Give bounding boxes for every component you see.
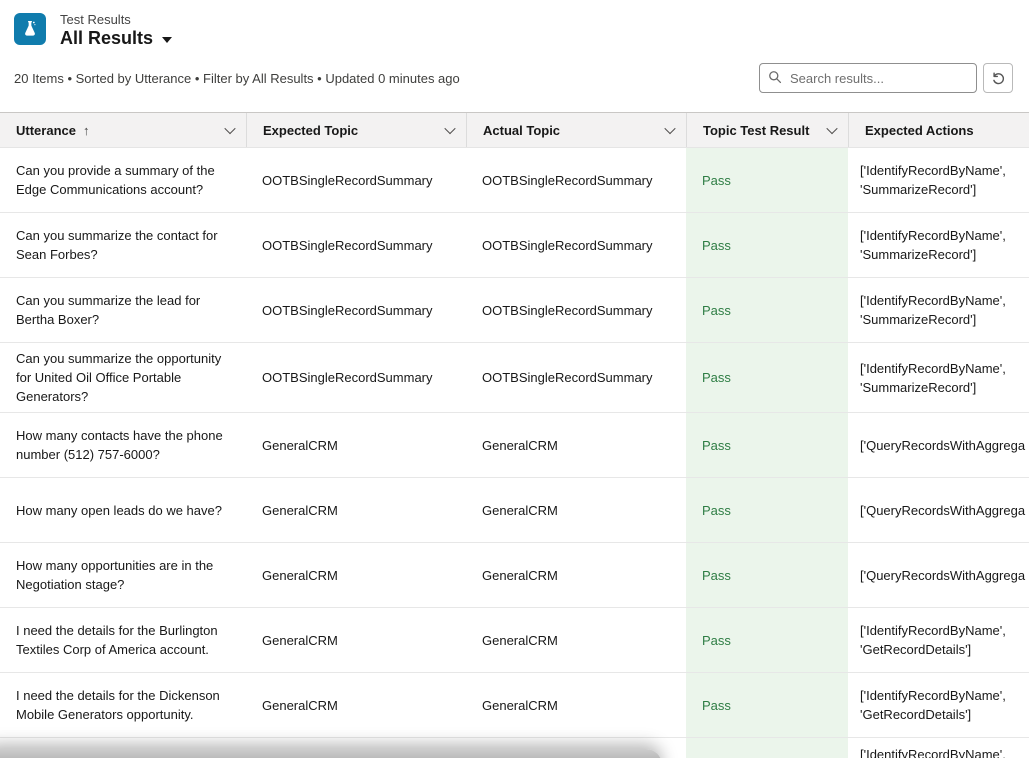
cell-expected-topic: OOTBSingleRecordSummary [246,230,466,261]
cell-expected-actions: ['IdentifyRecordByName', 'SummarizeRecor… [848,353,1029,403]
cell-expected-topic: OOTBSingleRecordSummary [246,362,466,393]
cell-expected-actions: ['IdentifyRecordByName', 'SummarizeRecor… [848,285,1029,335]
cell-utterance: Can you summarize the lead for Bertha Bo… [0,285,246,335]
search-input[interactable] [759,63,977,93]
object-label: Test Results [60,13,172,27]
chevron-down-icon [826,123,837,134]
chevron-down-icon [444,123,455,134]
list-view-selector[interactable]: All Results [60,29,172,48]
table-row: How many open leads do we have? GeneralC… [0,478,1029,543]
cell-actual-topic: GeneralCRM [466,430,686,461]
cell-expected-actions: ['QueryRecordsWithAggrega [848,430,1029,461]
cell-topic-test-result: Pass [686,148,848,212]
cell-expected-actions: ['IdentifyRecordByName', 'GetRecordDetai… [848,680,1029,730]
column-header-topic-test-result[interactable]: Topic Test Result [686,113,848,147]
cell-utterance: How many open leads do we have? [0,495,246,526]
table-body: Can you provide a summary of the Edge Co… [0,148,1029,758]
table-row: I need the details for the Burlington Te… [0,608,1029,673]
column-header-expected-topic[interactable]: Expected Topic [246,113,466,147]
table-header-row: Utterance ↑ Expected Topic Actual Topic … [0,112,1029,148]
cell-expected-actions: ['IdentifyRecordByName', 'SummarizeRecor… [848,220,1029,270]
cell-actual-topic: OOTBSingleRecordSummary [466,295,686,326]
table-row: I need the details for the Dickenson Mob… [0,673,1029,738]
cell-utterance: Can you provide a summary of the Edge Co… [0,155,246,205]
test-results-table: Utterance ↑ Expected Topic Actual Topic … [0,112,1029,758]
docked-panel[interactable] [0,749,662,758]
cell-topic-test-result: Pass [686,608,848,672]
cell-expected-topic: OOTBSingleRecordSummary [246,295,466,326]
cell-utterance: I need the details for the Dickenson Mob… [0,680,246,730]
cell-utterance: How many opportunities are in the Negoti… [0,550,246,600]
cell-actual-topic: GeneralCRM [466,560,686,591]
cell-topic-test-result: Pass [686,278,848,342]
table-row: How many contacts have the phone number … [0,413,1029,478]
cell-expected-actions: ['IdentifyRecordByName', [848,738,1029,758]
cell-expected-topic: GeneralCRM [246,430,466,461]
cell-topic-test-result: Pass [686,413,848,477]
flask-icon [20,19,40,39]
cell-topic-test-result: Pass [686,543,848,607]
sort-ascending-icon: ↑ [83,123,90,138]
cell-expected-actions: ['QueryRecordsWithAggrega [848,560,1029,591]
cell-utterance: Can you summarize the opportunity for Un… [0,343,246,412]
test-results-object-icon [14,13,46,45]
chevron-down-icon [664,123,675,134]
table-row: Can you summarize the lead for Bertha Bo… [0,278,1029,343]
test-results-list-view: Test Results All Results 20 Items • Sort… [0,0,1029,758]
cell-expected-topic: GeneralCRM [246,495,466,526]
cell-expected-topic: GeneralCRM [246,560,466,591]
table-row: Can you provide a summary of the Edge Co… [0,148,1029,213]
caret-down-icon [162,37,172,43]
page-header: Test Results All Results [0,0,1029,45]
column-header-utterance[interactable]: Utterance ↑ [0,113,246,147]
cell-utterance: I need the details for the Burlington Te… [0,615,246,665]
cell-actual-topic: OOTBSingleRecordSummary [466,165,686,196]
cell-utterance: How many contacts have the phone number … [0,420,246,470]
view-name: All Results [60,29,153,48]
table-row: Can you summarize the opportunity for Un… [0,343,1029,413]
cell-actual-topic: GeneralCRM [466,625,686,656]
chevron-down-icon [224,123,235,134]
list-toolbar: 20 Items • Sorted by Utterance • Filter … [0,63,1029,93]
cell-topic-test-result [686,738,848,758]
refresh-icon [991,71,1006,86]
cell-utterance: Can you summarize the contact for Sean F… [0,220,246,270]
table-row: Can you summarize the contact for Sean F… [0,213,1029,278]
cell-topic-test-result: Pass [686,343,848,412]
cell-actual-topic: OOTBSingleRecordSummary [466,362,686,393]
search-icon [768,70,782,84]
cell-topic-test-result: Pass [686,673,848,737]
cell-expected-topic: GeneralCRM [246,625,466,656]
table-row: How many opportunities are in the Negoti… [0,543,1029,608]
search-box [759,63,977,93]
column-header-actual-topic[interactable]: Actual Topic [466,113,686,147]
toolbar-controls [759,63,1013,93]
column-header-expected-actions[interactable]: Expected Actions [848,113,1029,147]
cell-expected-actions: ['QueryRecordsWithAggrega [848,495,1029,526]
cell-topic-test-result: Pass [686,213,848,277]
cell-expected-actions: ['IdentifyRecordByName', 'SummarizeRecor… [848,155,1029,205]
cell-actual-topic: OOTBSingleRecordSummary [466,230,686,261]
cell-topic-test-result: Pass [686,478,848,542]
list-summary: 20 Items • Sorted by Utterance • Filter … [14,71,460,86]
title-block: Test Results All Results [60,13,172,48]
refresh-button[interactable] [983,63,1013,93]
cell-actual-topic: GeneralCRM [466,495,686,526]
cell-expected-topic: OOTBSingleRecordSummary [246,165,466,196]
cell-expected-actions: ['IdentifyRecordByName', 'GetRecordDetai… [848,615,1029,665]
cell-expected-topic: GeneralCRM [246,690,466,721]
cell-actual-topic: GeneralCRM [466,690,686,721]
